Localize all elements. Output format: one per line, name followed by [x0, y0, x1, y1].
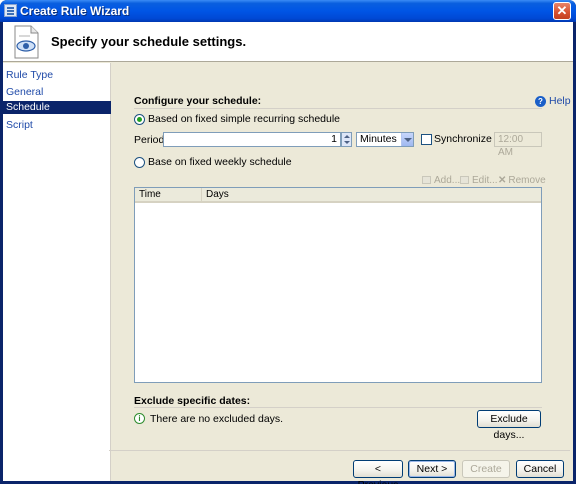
no-excluded-days-text: There are no excluded days.	[150, 413, 284, 425]
synchronize-checkbox[interactable]	[421, 134, 432, 145]
sidebar-item-rule-type[interactable]: Rule Type	[3, 69, 111, 82]
add-icon	[422, 176, 431, 184]
column-header-days[interactable]: Days	[202, 188, 541, 201]
help-icon: ?	[535, 96, 546, 107]
help-label: Help	[549, 95, 571, 107]
column-header-time[interactable]: Time	[135, 188, 202, 201]
spin-down-icon[interactable]	[344, 141, 350, 144]
footer-divider	[109, 450, 570, 451]
cancel-button[interactable]: Cancel	[516, 460, 564, 478]
title-bar[interactable]: Create Rule Wizard ✕	[0, 0, 576, 22]
remove-button: ✕ Remove	[498, 175, 546, 186]
period-input[interactable]: 1	[163, 132, 341, 147]
edit-icon	[460, 176, 469, 184]
chevron-down-icon[interactable]	[401, 133, 413, 146]
synchronize-time-input: 12:00 AM	[494, 132, 542, 158]
period-spinner[interactable]	[341, 132, 352, 147]
weekly-schedule-label: Base on fixed weekly schedule	[148, 156, 292, 168]
close-button[interactable]: ✕	[553, 2, 571, 20]
wizard-steps-sidebar: Rule Type General Schedule Script	[3, 63, 111, 481]
edit-label: Edit...	[472, 175, 498, 186]
info-icon: i	[134, 413, 145, 424]
period-unit-value: Minutes	[360, 133, 397, 145]
configure-schedule-heading: Configure your schedule:	[134, 95, 262, 107]
add-label: Add...	[434, 175, 461, 186]
sidebar-item-script[interactable]: Script	[3, 119, 111, 132]
next-button[interactable]: Next >	[408, 460, 456, 478]
grid-header: Time Days	[135, 188, 541, 203]
sidebar-item-schedule[interactable]: Schedule	[3, 101, 111, 114]
exclude-divider	[134, 407, 542, 408]
wizard-header: Specify your schedule settings.	[3, 22, 573, 62]
remove-label: Remove	[508, 175, 546, 186]
configure-divider	[134, 108, 542, 109]
sidebar-item-general[interactable]: General	[3, 86, 111, 99]
previous-button[interactable]: < Previous	[353, 460, 403, 484]
add-button: Add...	[422, 175, 460, 186]
window-title: Create Rule Wizard	[20, 4, 130, 18]
wizard-app-icon	[4, 4, 17, 17]
simple-schedule-radio[interactable]	[134, 114, 145, 125]
exclude-dates-heading: Exclude specific dates:	[134, 395, 251, 407]
create-button: Create	[462, 460, 510, 478]
spin-up-icon[interactable]	[344, 135, 350, 138]
schedule-grid[interactable]: Time Days	[134, 187, 542, 383]
simple-schedule-label: Based on fixed simple recurring schedule	[148, 113, 341, 125]
page-title: Specify your schedule settings.	[51, 34, 247, 49]
edit-button: Edit...	[460, 175, 498, 186]
weekly-schedule-radio[interactable]	[134, 157, 145, 168]
exclude-days-button[interactable]: Exclude days...	[477, 410, 541, 441]
remove-icon: ✕	[498, 175, 507, 186]
schedule-document-icon	[14, 25, 39, 59]
period-unit-select[interactable]: Minutes	[356, 132, 414, 147]
